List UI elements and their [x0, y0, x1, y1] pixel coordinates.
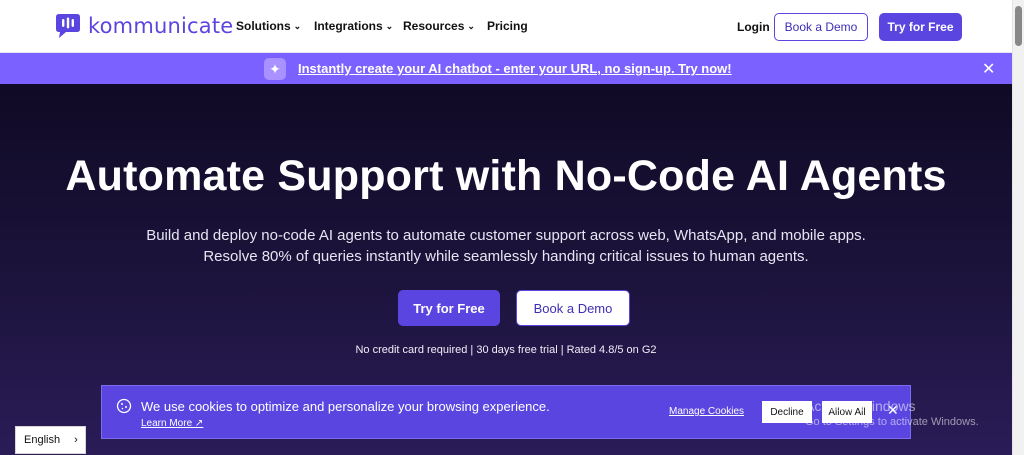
- hero-note: No credit card required | 30 days free t…: [355, 344, 657, 356]
- scrollbar-thumb[interactable]: [1015, 6, 1022, 46]
- language-label: English: [24, 434, 61, 446]
- logo-text: kommunicate: [88, 14, 234, 38]
- nav-solutions-label: Solutions: [236, 19, 291, 33]
- nav-resources[interactable]: Resources ⌄: [403, 19, 475, 33]
- hero-subtitle-line1: Build and deploy no-code AI agents to au…: [146, 227, 866, 244]
- page-scrollbar[interactable]: [1012, 0, 1024, 455]
- hero-book-demo-button[interactable]: Book a Demo: [516, 290, 630, 326]
- nav-integrations[interactable]: Integrations ⌄: [314, 19, 393, 33]
- promo-banner: ✦ Instantly create your AI chatbot - ent…: [0, 53, 1012, 84]
- activate-windows-title: Activate Windows: [805, 398, 916, 414]
- nav-solutions[interactable]: Solutions ⌄: [236, 19, 301, 33]
- cookie-banner: We use cookies to optimize and personali…: [101, 385, 911, 439]
- chevron-right-icon: ›: [74, 434, 78, 446]
- hero-title: Automate Support with No-Code AI Agents: [65, 152, 947, 200]
- activate-windows-subtitle: Go to Settings to activate Windows.: [805, 416, 979, 428]
- manage-cookies-link[interactable]: Manage Cookies: [669, 406, 744, 417]
- cookie-icon: [116, 398, 132, 414]
- chevron-down-icon: ⌄: [293, 20, 302, 31]
- nav-pricing-label: Pricing: [487, 19, 528, 33]
- nav-integrations-label: Integrations: [314, 19, 383, 33]
- hero-try-free-button[interactable]: Try for Free: [398, 290, 500, 326]
- nav-resources-label: Resources: [403, 19, 465, 33]
- close-icon[interactable]: ✕: [982, 59, 995, 79]
- logo[interactable]: kommunicate: [54, 13, 233, 39]
- hero-subtitle-line2: Resolve 80% of queries instantly while s…: [203, 248, 809, 265]
- chevron-down-icon: ⌄: [467, 20, 475, 31]
- book-demo-button[interactable]: Book a Demo: [774, 13, 868, 41]
- site-header: kommunicate Solutions ⌄ Integrations ⌄ R…: [0, 0, 1012, 53]
- hero-subtitle: Build and deploy no-code AI agents to au…: [0, 225, 1012, 267]
- logo-mark-icon: [56, 14, 80, 38]
- try-free-button[interactable]: Try for Free: [879, 13, 962, 41]
- cookie-message: We use cookies to optimize and personali…: [141, 399, 550, 414]
- chevron-down-icon: ⌄: [385, 20, 394, 31]
- promo-banner-link[interactable]: Instantly create your AI chatbot - enter…: [298, 61, 732, 76]
- language-selector[interactable]: English ›: [15, 426, 86, 454]
- learn-more-link[interactable]: Learn More ↗: [141, 418, 203, 429]
- nav-pricing[interactable]: Pricing: [487, 19, 528, 33]
- sparkle-icon: ✦: [264, 58, 286, 80]
- login-link[interactable]: Login: [737, 20, 770, 34]
